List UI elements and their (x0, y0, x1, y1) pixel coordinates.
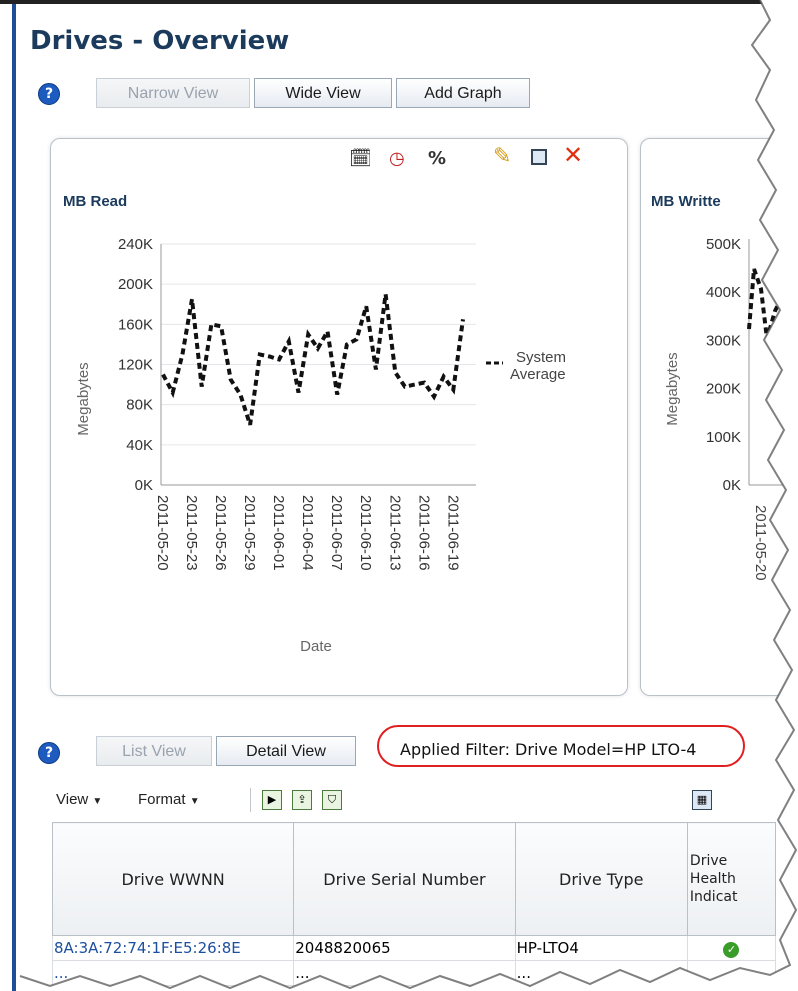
drive-type-cell: HP-LTO4 (514, 935, 688, 961)
y-tick-label: 0K (135, 477, 153, 494)
table-header-row: Drive WWNN Drive Serial Number Drive Typ… (51, 822, 777, 936)
check-ok-icon: ✓ (723, 941, 740, 958)
y-tick-label: 200K (706, 381, 741, 398)
table-row[interactable]: 8A:3A:72:74:1F:E5:26:8E 2048820065 HP-LT… (51, 935, 777, 961)
drive-health-cell: ✓ (686, 935, 777, 961)
x-tick-label: 2011-05-29 (241, 495, 258, 571)
chart-gridlines (160, 243, 476, 486)
y-axis-label: Megabytes (75, 362, 92, 435)
y-tick-label: 200K (118, 276, 153, 293)
view-menu[interactable]: View ▼ (56, 791, 102, 808)
mb-read-chart-card: 🗓 ◷ % ✎ ✕ MB Read 240K 200K 160K 120K 80K 40K… (50, 138, 628, 696)
y-tick-label: 160K (118, 316, 153, 333)
detail-view-button[interactable]: Detail View (216, 736, 356, 766)
format-menu[interactable]: Format ▼ (138, 791, 200, 808)
y-axis-ticks: 500K 400K 300K 200K 100K 0K (706, 236, 741, 494)
help-icon[interactable]: ? (38, 83, 60, 105)
mb-written-line-chart: 500K 400K 300K 200K 100K 0K Megabytes 2011-05… (664, 236, 798, 581)
y-axis-label: Megabytes (664, 352, 681, 425)
toolbar-divider (250, 788, 251, 812)
add-graph-button[interactable]: Add Graph (396, 78, 530, 108)
list-view-button[interactable]: List View (96, 736, 212, 766)
y-tick-label: 400K (706, 284, 741, 301)
drive-wwnn-cell[interactable]: ... (51, 960, 295, 986)
mb-written-chart-card: MB Writte 500K 400K 300K 200K 100K 0K Megabyt… (640, 138, 798, 696)
drive-health-cell (686, 960, 777, 986)
drive-serial-cell: 2048820065 (293, 935, 516, 961)
x-tick-label: 2011-06-01 (270, 495, 287, 571)
x-tick-label: 2011-06-16 (415, 495, 432, 571)
wide-view-button[interactable]: Wide View (254, 78, 392, 108)
x-tick-label: 2011-05-23 (183, 495, 200, 571)
column-header-drive-wwnn[interactable]: Drive WWNN (51, 822, 295, 936)
x-axis-ticks: 2011-05-20 2011-05-23 2011-05-26 2011-05-29… (154, 495, 461, 571)
health-header-line: Indicat (689, 889, 738, 905)
column-header-drive-health[interactable]: Drive Health Indicat (686, 822, 777, 936)
play-icon[interactable]: ▶ (262, 790, 282, 810)
health-header-line: Health (689, 871, 736, 887)
narrow-view-button[interactable]: Narrow View (96, 78, 250, 108)
drive-type-cell: ... (514, 960, 688, 986)
y-tick-label: 120K (118, 357, 153, 374)
y-tick-label: 300K (706, 332, 741, 349)
help-icon[interactable]: ? (38, 742, 60, 764)
column-header-drive-type[interactable]: Drive Type (514, 822, 688, 936)
column-header-drive-serial-number[interactable]: Drive Serial Number (293, 822, 516, 936)
x-axis-tick: 2011-05-20 (752, 505, 769, 581)
format-menu-label: Format (138, 791, 186, 808)
screenshot-frame: Drives - Overview ? Narrow View Wide Vie… (0, 0, 798, 991)
mb-read-line-chart: 240K200K160K120K80K40K0K 2011-05-20 2011-… (75, 236, 566, 655)
written-series-line (747, 268, 783, 340)
drive-wwnn-cell[interactable]: 8A:3A:72:74:1F:E5:26:8E (51, 935, 295, 961)
x-tick-label: 2011-06-07 (328, 495, 345, 571)
page-title: Drives - Overview (30, 26, 290, 56)
y-axis-ticks: 240K 200K 160K 120K 80K 40K 0K (118, 236, 153, 494)
y-tick-label: 240K (118, 236, 153, 253)
drives-table: Drive WWNN Drive Serial Number Drive Typ… (51, 822, 777, 986)
x-tick-label: 2011-05-26 (212, 495, 229, 571)
legend-label-line2: Average (510, 366, 566, 383)
chevron-down-icon: ▼ (189, 796, 200, 807)
filter-icon[interactable]: ⛉ (322, 790, 342, 810)
x-tick-label: 2011-05-20 (154, 495, 171, 571)
app-area: Drives - Overview ? Narrow View Wide Vie… (16, 4, 798, 991)
x-axis-label: Date (300, 638, 332, 655)
applied-filter-text: Applied Filter: Drive Model=HP LTO-4 (400, 740, 697, 759)
drive-serial-cell: ... (293, 960, 516, 986)
chevron-down-icon: ▼ (92, 796, 103, 807)
y-tick-label: 0K (723, 477, 741, 494)
export-icon[interactable]: ⇪ (292, 790, 312, 810)
system-average-line (161, 293, 465, 426)
y-tick-label: 40K (126, 437, 153, 454)
y-tick-label: 100K (706, 429, 741, 446)
y-tick-label: 500K (706, 236, 741, 253)
x-tick-label: 2011-06-19 (444, 495, 461, 571)
x-tick-label: 2011-06-04 (299, 495, 316, 571)
legend-label-line1: System (516, 349, 566, 366)
view-menu-label: View (56, 791, 89, 808)
x-tick-label: 2011-06-10 (357, 495, 374, 571)
health-header-line: Drive (689, 853, 728, 869)
detach-table-icon[interactable]: ▦ (692, 790, 712, 810)
y-tick-label: 80K (126, 397, 153, 414)
x-tick-label: 2011-06-13 (386, 495, 403, 571)
table-row[interactable]: ... ... ... (51, 960, 777, 986)
